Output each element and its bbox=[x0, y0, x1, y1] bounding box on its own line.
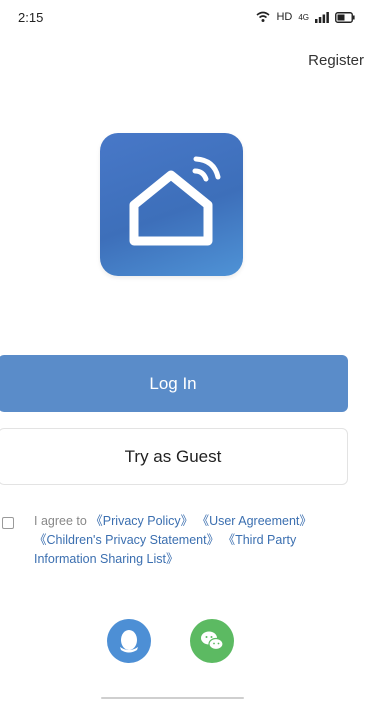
smart-home-icon bbox=[129, 156, 221, 246]
signal-label: 4G bbox=[298, 12, 309, 22]
register-link[interactable]: Register bbox=[308, 52, 364, 69]
signal-icon bbox=[315, 11, 329, 23]
login-screen: 2:15 HD 4G Register Log In Try as Guest … bbox=[0, 0, 369, 701]
try-as-guest-button[interactable]: Try as Guest bbox=[0, 428, 348, 485]
qq-penguin-icon bbox=[120, 630, 138, 653]
login-button[interactable]: Log In bbox=[0, 355, 348, 412]
status-time: 2:15 bbox=[18, 9, 44, 25]
battery-icon bbox=[335, 11, 355, 23]
privacy-policy-link[interactable]: 《Privacy Policy》 bbox=[90, 514, 193, 528]
wechat-icon bbox=[201, 631, 224, 651]
app-logo bbox=[100, 133, 243, 276]
agreement-prefix: I agree to bbox=[34, 514, 91, 528]
qq-login-button[interactable] bbox=[107, 619, 151, 663]
childrens-privacy-statement-link[interactable]: 《Children's Privacy Statement》 bbox=[34, 533, 219, 547]
home-indicator bbox=[101, 697, 244, 699]
network-label: HD bbox=[276, 11, 293, 23]
agreement-text: I agree to 《Privacy Policy》 《User Agreem… bbox=[34, 512, 344, 569]
wechat-login-button[interactable] bbox=[190, 619, 234, 663]
status-bar: 2:15 HD 4G bbox=[0, 0, 369, 34]
user-agreement-link[interactable]: 《User Agreement》 bbox=[197, 514, 312, 528]
wifi-icon bbox=[256, 11, 270, 23]
status-icons: HD 4G bbox=[256, 11, 355, 23]
agree-checkbox[interactable] bbox=[2, 517, 14, 529]
